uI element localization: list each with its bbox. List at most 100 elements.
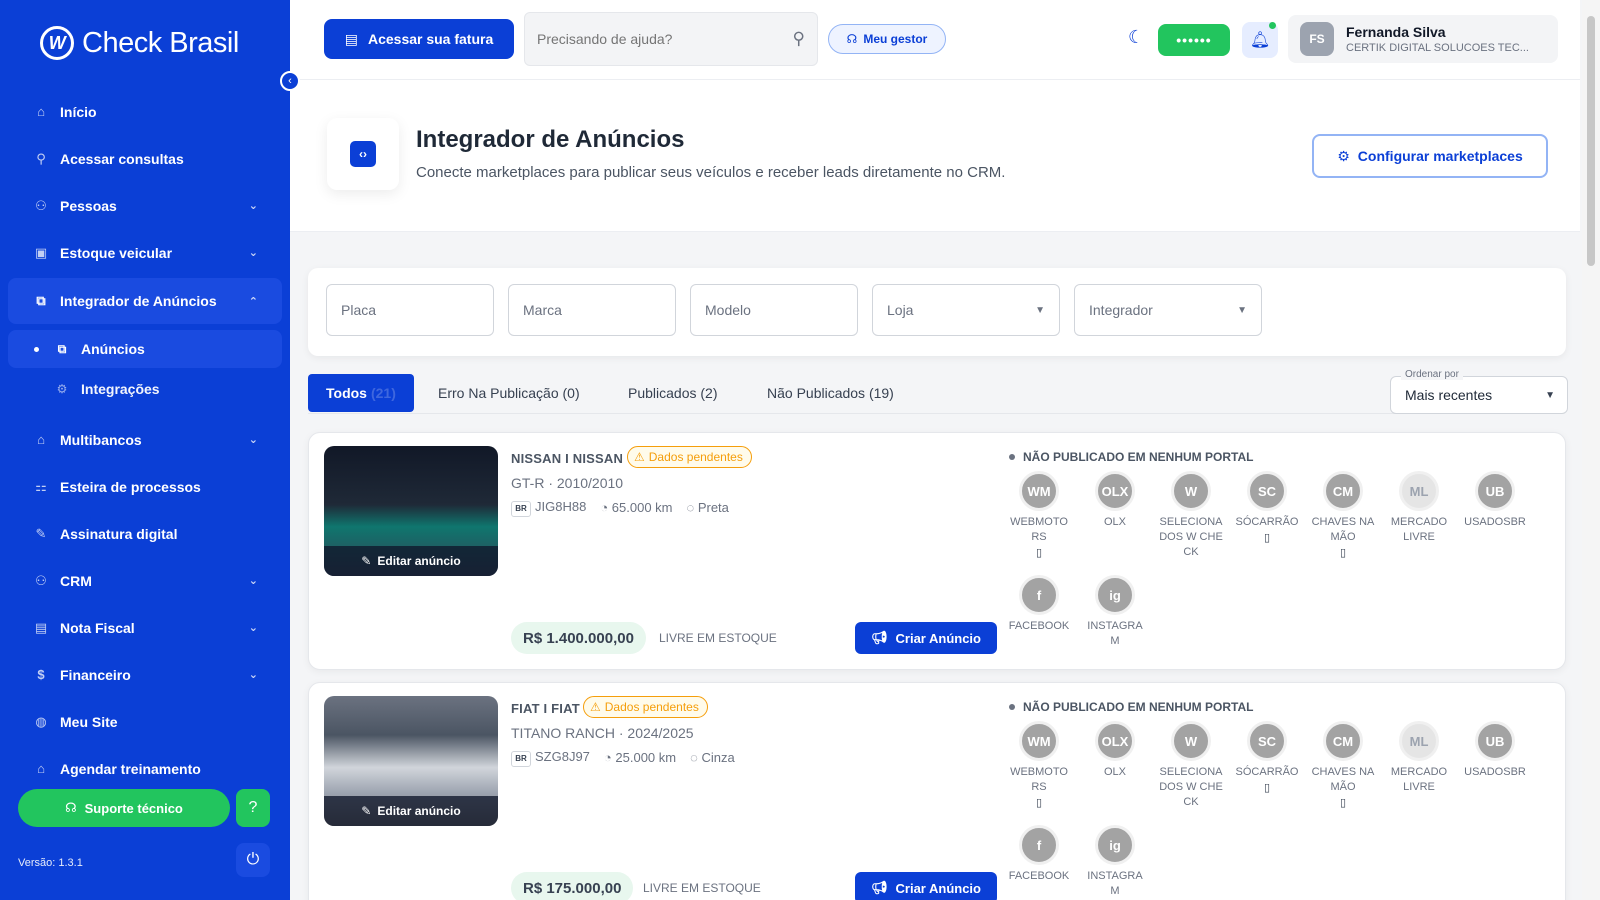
- chevron-down-icon: ⌄: [248, 200, 258, 212]
- masked-balance-pill[interactable]: ••••••: [1158, 24, 1230, 56]
- palette-icon: ◌: [690, 750, 702, 766]
- portal-olx[interactable]: OLX OLX: [1077, 471, 1153, 530]
- invoice-button[interactable]: ▤ Acessar sua fatura: [324, 19, 514, 59]
- caret-down-icon: ▼: [1237, 304, 1247, 316]
- portal-mercado-livre[interactable]: ML MERCADO LIVRE: [1381, 471, 1457, 545]
- filter-integrador[interactable]: Integrador ▼: [1074, 284, 1262, 336]
- portal-logo-icon: UB: [1475, 721, 1515, 761]
- portal-s-carr-o[interactable]: SC SÓCARRÃO ▯: [1229, 471, 1305, 544]
- portal-webmotors[interactable]: WM WEBMOTORS ▯: [1001, 721, 1077, 809]
- document-icon: ▤: [344, 30, 358, 47]
- sidebar-item-inicio[interactable]: ⌂ Início: [8, 88, 282, 135]
- portal-label: SELECIONADOS W CHECK: [1159, 516, 1223, 558]
- sidebar-item-crm[interactable]: ⚇ CRM ⌄: [8, 557, 282, 604]
- pending-data-badge[interactable]: ⚠ Dados pendentes: [583, 696, 708, 718]
- portal-facebook[interactable]: f FACEBOOK: [1001, 825, 1077, 884]
- help-button[interactable]: ?: [236, 789, 270, 827]
- vehicle-price: R$ 1.400.000,00: [511, 622, 646, 654]
- manager-button[interactable]: ☊ Meu gestor: [828, 24, 946, 54]
- sidebar-item-acessar-consultas[interactable]: ⚲ Acessar consultas: [8, 135, 282, 182]
- document-icon[interactable]: ▯: [1001, 796, 1077, 809]
- sidebar-item-esteira[interactable]: ⚏ Esteira de processos: [8, 463, 282, 510]
- create-ad-button[interactable]: 📢︎ Criar Anúncio: [855, 622, 997, 654]
- invoice-icon: ▤: [34, 619, 48, 635]
- moon-icon[interactable]: ☾: [1128, 27, 1144, 48]
- edit-icon: ✎: [361, 554, 372, 568]
- portal-logo-icon: OLX: [1095, 471, 1135, 511]
- palette-icon: ◌: [686, 500, 698, 516]
- gear-icon: ⚙: [1337, 147, 1350, 164]
- sidebar-item-pessoas[interactable]: ⚇ Pessoas ⌄: [8, 182, 282, 229]
- training-icon: ⌂: [37, 761, 45, 776]
- document-icon[interactable]: ▯: [1229, 781, 1305, 794]
- document-icon[interactable]: ▯: [1001, 546, 1077, 559]
- vehicle-photo[interactable]: ✎ Editar anúncio: [324, 696, 498, 826]
- sort-select[interactable]: Ordenar por Mais recentes ▼: [1390, 369, 1568, 414]
- page-scrollbar[interactable]: [1582, 0, 1600, 900]
- sidebar-item-agendar[interactable]: ⌂ Agendar treinamento: [8, 745, 282, 792]
- signature-icon: ✎: [35, 525, 47, 541]
- sidebar-item-financeiro[interactable]: $ Financeiro ⌄: [8, 651, 282, 698]
- sidebar-item-meu-site[interactable]: ◍ Meu Site: [8, 698, 282, 745]
- sidebar-collapse-button[interactable]: ‹: [280, 71, 300, 91]
- sidebar-item-multibancos[interactable]: ⌂ Multibancos ⌄: [8, 416, 282, 463]
- configure-marketplaces-button[interactable]: ⚙ Configurar marketplaces: [1312, 134, 1548, 178]
- portal-label: OLX: [1103, 766, 1126, 778]
- portal-s-carr-o[interactable]: SC SÓCARRÃO ▯: [1229, 721, 1305, 794]
- chevron-up-icon: ⌃: [248, 295, 258, 308]
- tab-nao-publicados[interactable]: Não Publicados (19): [767, 374, 894, 412]
- scrollbar-thumb[interactable]: [1587, 16, 1595, 266]
- integrator-header-icon: ‹›: [327, 118, 399, 190]
- notification-dot: [1269, 22, 1276, 29]
- portal-instagram[interactable]: ig INSTAGRAM: [1077, 825, 1153, 899]
- filter-loja[interactable]: Loja ▼: [872, 284, 1060, 336]
- edit-ad-button[interactable]: ✎ Editar anúncio: [324, 796, 498, 826]
- tab-erro-publicacao[interactable]: Erro Na Publicação (0): [438, 374, 580, 412]
- document-icon[interactable]: ▯: [1305, 796, 1381, 809]
- flow-icon: ⚏: [35, 478, 47, 494]
- sidebar-item-assinatura[interactable]: ✎ Assinatura digital: [8, 510, 282, 557]
- logout-button[interactable]: ⏻: [236, 843, 270, 877]
- portal-usadosbr[interactable]: UB USADOSBR: [1457, 721, 1533, 780]
- filter-modelo[interactable]: Modelo: [690, 284, 858, 336]
- sidebar-item-nota-fiscal[interactable]: ▤ Nota Fiscal ⌄: [8, 604, 282, 651]
- tab-todos[interactable]: Todos (21): [308, 374, 414, 412]
- portal-logo-icon: SC: [1247, 721, 1287, 761]
- vehicle-photo[interactable]: ✎ Editar anúncio: [324, 446, 498, 576]
- portal-selecionados-w-check[interactable]: W SELECIONADOS W CHECK: [1153, 721, 1229, 810]
- portal-chaves-na-m-o[interactable]: CM CHAVES NA MÃO ▯: [1305, 721, 1381, 809]
- portal-mercado-livre[interactable]: ML MERCADO LIVRE: [1381, 721, 1457, 795]
- user-menu[interactable]: FS Fernanda Silva CERTIK DIGITAL SOLUCOE…: [1288, 15, 1558, 63]
- notifications-button[interactable]: 🔔︎: [1242, 22, 1278, 58]
- portal-olx[interactable]: OLX OLX: [1077, 721, 1153, 780]
- document-icon[interactable]: ▯: [1305, 546, 1381, 559]
- sidebar-subitem-integracoes[interactable]: ⚙ Integrações: [8, 370, 282, 408]
- tab-publicados[interactable]: Publicados (2): [628, 374, 718, 412]
- finance-icon: $: [37, 667, 45, 682]
- portal-usadosbr[interactable]: UB USADOSBR: [1457, 471, 1533, 530]
- portal-selecionados-w-check[interactable]: W SELECIONADOS W CHECK: [1153, 471, 1229, 560]
- portal-instagram[interactable]: ig INSTAGRAM: [1077, 575, 1153, 649]
- document-icon[interactable]: ▯: [1229, 531, 1305, 544]
- sidebar-subitem-anuncios[interactable]: ⧉ Anúncios: [8, 330, 282, 368]
- sidebar-item-estoque-veicular[interactable]: ▣ Estoque veicular ⌄: [8, 229, 282, 276]
- edit-ad-button[interactable]: ✎ Editar anúncio: [324, 546, 498, 576]
- brand-logo[interactable]: W Check Brasil: [40, 26, 239, 60]
- vehicle-color: Cinza: [701, 750, 735, 766]
- sidebar-item-integrador[interactable]: ⧉ Integrador de Anúncios ⌃: [8, 278, 282, 324]
- portal-facebook[interactable]: f FACEBOOK: [1001, 575, 1077, 634]
- create-ad-button[interactable]: 📢︎ Criar Anúncio: [855, 872, 997, 900]
- help-search-input[interactable]: [537, 31, 793, 47]
- portal-label: USADOSBR: [1464, 516, 1526, 528]
- chevron-down-icon: ⌄: [248, 622, 258, 634]
- portal-chaves-na-m-o[interactable]: CM CHAVES NA MÃO ▯: [1305, 471, 1381, 559]
- chevron-down-icon: ⌄: [248, 575, 258, 587]
- active-dot: [34, 346, 39, 352]
- pending-data-badge[interactable]: ⚠ Dados pendentes: [627, 446, 752, 468]
- portal-logo-icon: CM: [1323, 471, 1363, 511]
- filter-placa[interactable]: Placa: [326, 284, 494, 336]
- search-icon[interactable]: ⚲: [793, 29, 805, 49]
- filter-marca[interactable]: Marca: [508, 284, 676, 336]
- support-button[interactable]: ☊ Suporte técnico: [18, 789, 230, 827]
- portal-webmotors[interactable]: WM WEBMOTORS ▯: [1001, 471, 1077, 559]
